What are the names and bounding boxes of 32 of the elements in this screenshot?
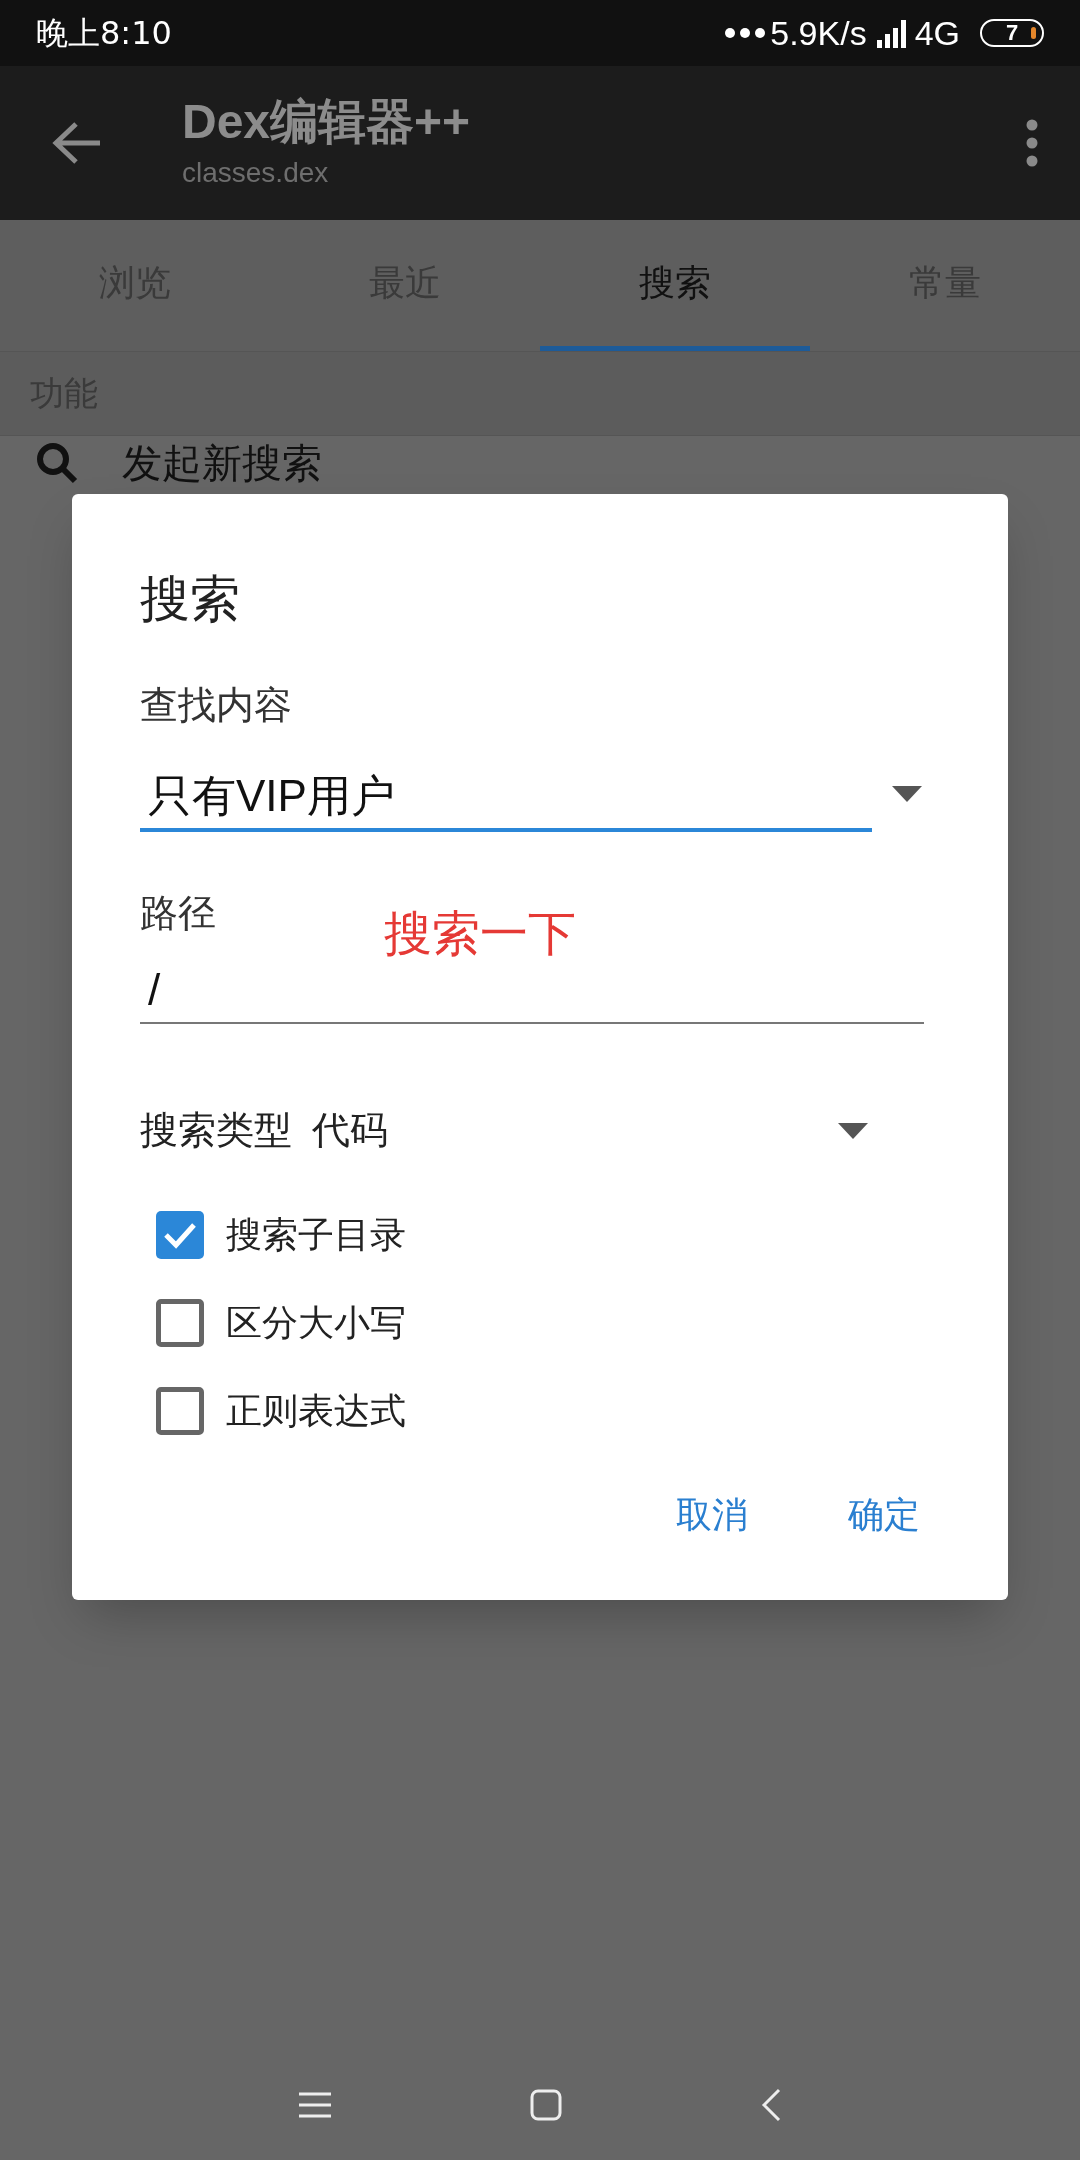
back-icon[interactable] xyxy=(760,2088,781,2122)
app-title: Dex编辑器++ xyxy=(182,94,471,150)
find-field[interactable]: 只有VIP用户 xyxy=(140,764,872,832)
checkbox[interactable] xyxy=(156,1211,204,1259)
checkbox[interactable] xyxy=(156,1387,204,1435)
app-subtitle: classes.dex xyxy=(182,156,330,190)
list-item[interactable]: 发起新搜索 xyxy=(122,440,322,486)
battery-icon: 7 xyxy=(980,19,1044,47)
home-icon[interactable] xyxy=(530,2089,562,2121)
status-time: 晚上8:10 xyxy=(36,13,172,54)
checkbox-label: 搜索子目录 xyxy=(226,1213,406,1257)
dropdown-icon xyxy=(838,1122,868,1139)
checkbox-label: 区分大小写 xyxy=(226,1301,406,1345)
back-arrow-icon[interactable] xyxy=(52,121,102,165)
network-speed: 5.9K/s xyxy=(770,12,867,54)
more-menu-icon[interactable] xyxy=(1026,119,1038,167)
more-dots-icon xyxy=(724,27,767,39)
field-label: 查找内容 xyxy=(140,686,292,724)
check-icon xyxy=(163,1221,197,1249)
dialog-button[interactable]: 取消 xyxy=(668,1480,756,1550)
path-field[interactable]: / xyxy=(140,958,924,1024)
checkbox[interactable] xyxy=(156,1299,204,1347)
network-type: 4G xyxy=(914,12,960,54)
dialog-button[interactable]: 确定 xyxy=(840,1480,928,1550)
field-label: 路径 xyxy=(140,894,216,932)
search-type-label: 搜索类型 xyxy=(140,1108,292,1153)
checkbox-label: 正则表达式 xyxy=(226,1389,406,1433)
search-icon xyxy=(36,442,78,484)
search-type-value[interactable]: 代码 xyxy=(312,1102,388,1159)
dropdown-icon xyxy=(892,786,922,802)
dialog-title: 搜索 xyxy=(140,574,241,624)
menu-icon[interactable] xyxy=(299,2091,332,2119)
